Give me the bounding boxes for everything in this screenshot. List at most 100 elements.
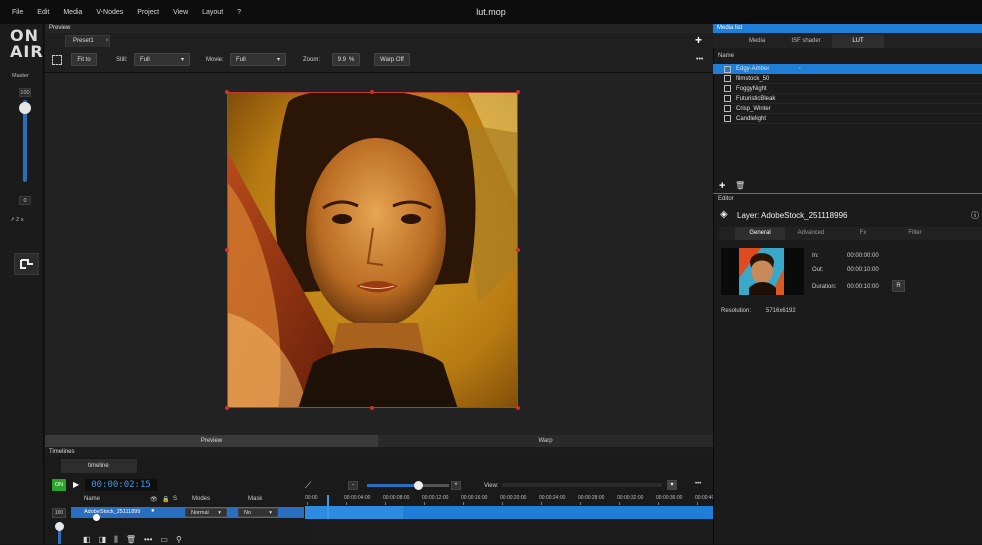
fit-to-button[interactable]: Fit to [71,53,97,66]
ruler-tick [307,502,308,505]
ruler-tick [385,502,386,505]
trash-icon[interactable]: 🗑 [735,181,745,190]
preset-tab-row [45,33,713,47]
menu-edit[interactable]: Edit [37,9,49,16]
info-icon[interactable]: ⓘ [971,210,979,221]
ruler-tick-label: 00:00:32:00 [617,495,644,501]
visibility-column-icon: 👁 [150,497,158,503]
tab-filter[interactable]: Filter [889,227,941,240]
timeline-zoom-knob[interactable] [55,522,64,531]
transform-handle-tr[interactable] [516,90,520,94]
menu-project[interactable]: Project [137,9,159,16]
timeline-more-icon[interactable]: ••• [695,481,701,487]
timeline-zoom-handle[interactable] [414,481,423,490]
tab-isf-shader[interactable]: ISF shader [780,35,832,48]
lut-item-edgy-amber[interactable]: Edgy-Amber ◔ [722,64,982,74]
movie-dropdown[interactable]: Full ▾ [230,53,286,66]
transform-handle-bl[interactable] [225,406,229,410]
tab-warp[interactable]: Warp [378,435,713,447]
duration-value[interactable]: 00:00:10:00 [847,284,879,290]
view-dropdown[interactable]: ▾ [667,480,677,490]
tab-preset1[interactable]: Preset1 × [65,35,110,47]
duration-label: Duration: [812,284,837,290]
lut-item-futuristicbleak[interactable]: FuturisticBleak [722,94,982,104]
lut-item-filmstock[interactable]: filmstock_50 [722,74,982,84]
transform-handle-tl[interactable] [225,90,229,94]
output-button[interactable] [14,253,39,275]
transform-handle-bc[interactable] [370,406,374,410]
zoom-label: Zoom: [303,57,321,63]
play-icon[interactable]: ▶ [73,480,79,489]
on-air-logo: ON AIR [10,28,44,60]
speed-value: 2 s [16,217,24,223]
timeline-zoom-slider-rest[interactable] [419,484,449,487]
column-name: Name [84,496,101,502]
preview-header: Preview [45,24,713,33]
time-ruler[interactable]: 00:00 00:00:04:00 00:00:08:00 00:00:12:00 00… [305,495,719,505]
view-range-bar[interactable] [502,483,662,487]
layer-title: Layer: AdobeStock_251118996 [737,211,848,220]
ruler-tick [463,502,464,505]
master-slider-knob[interactable] [19,102,31,114]
tab-media[interactable]: Media [727,35,787,48]
lut-item-foggynight[interactable]: FoggyNight [722,84,982,94]
menu-v-nodes[interactable]: V-Nodes [96,9,123,16]
warp-off-button[interactable]: Warp Off [374,53,410,66]
zoom-in-button[interactable]: + [451,481,461,490]
portrait-artwork [228,93,517,407]
ruler-tick [541,502,542,505]
transform-handle-tc[interactable] [370,90,374,94]
master-value[interactable]: 100 [19,88,31,97]
tab-lut[interactable]: LUT [832,35,884,48]
master-min-value[interactable]: 0 [19,196,31,205]
out-value[interactable]: 00:00:10:00 [847,267,879,273]
loading-icon: ◔ [797,66,801,72]
lut-file-icon [724,95,731,102]
mask-dropdown[interactable]: No ▾ [238,508,278,517]
lut-item-label: FuturisticBleak [736,95,776,102]
tab-preview[interactable]: Preview [45,435,378,447]
fit-frame-icon[interactable] [52,55,62,65]
ruler-tick [697,502,698,505]
zoom-value: 9.9 [337,56,346,63]
menu-help[interactable]: ? [237,9,241,16]
cursor-marker [93,514,100,521]
lut-item-crisp-winter[interactable]: Crisp_Winter [722,104,982,114]
mask-value: No [244,509,252,516]
layer-opacity-value[interactable]: 100 [52,508,66,518]
curve-icon[interactable]: ⟋ [305,480,311,491]
layer-name[interactable]: AdobeStock_251118996 [84,509,140,515]
in-label: In: [812,253,819,259]
menu-media[interactable]: Media [63,9,82,16]
lut-file-icon [724,115,731,122]
timeline-on-toggle[interactable]: ON [52,479,66,491]
visibility-icon[interactable]: ● [151,508,155,514]
transform-handle-br[interactable] [516,406,520,410]
lut-item-label: Candlelight [736,115,767,122]
tab-timeline[interactable]: timeline [61,459,137,473]
movie-label: Movie: [206,57,224,63]
zoom-input[interactable]: 9.9 % [332,53,360,66]
lut-item-candlelight[interactable]: Candlelight [722,114,982,124]
transform-handle-mr[interactable] [516,248,520,252]
tab-fx[interactable]: Fx [837,227,889,240]
more-options-icon[interactable]: ••• [696,56,703,63]
close-icon[interactable]: × [105,38,109,44]
add-preset-button[interactable]: + [695,33,702,47]
tab-general[interactable]: General [735,227,785,240]
thumbnail-artwork [739,248,784,295]
in-value[interactable]: 00:00:00:00 [847,253,879,259]
add-media-icon[interactable]: + [719,180,725,192]
reset-duration-button[interactable]: R [892,280,905,292]
logo-line2: AIR [10,42,44,61]
transform-handle-ml[interactable] [225,248,229,252]
preview-image[interactable] [227,92,518,408]
still-dropdown[interactable]: Full ▾ [134,53,190,66]
zoom-out-button[interactable]: - [348,481,358,490]
timeline-zoom-slider[interactable] [367,484,419,487]
blend-mode-dropdown[interactable]: Normal ▾ [185,508,227,517]
tab-advanced[interactable]: Advanced [785,227,837,240]
menu-view[interactable]: View [173,9,188,16]
menu-file[interactable]: File [12,9,23,16]
menu-layout[interactable]: Layout [202,9,223,16]
